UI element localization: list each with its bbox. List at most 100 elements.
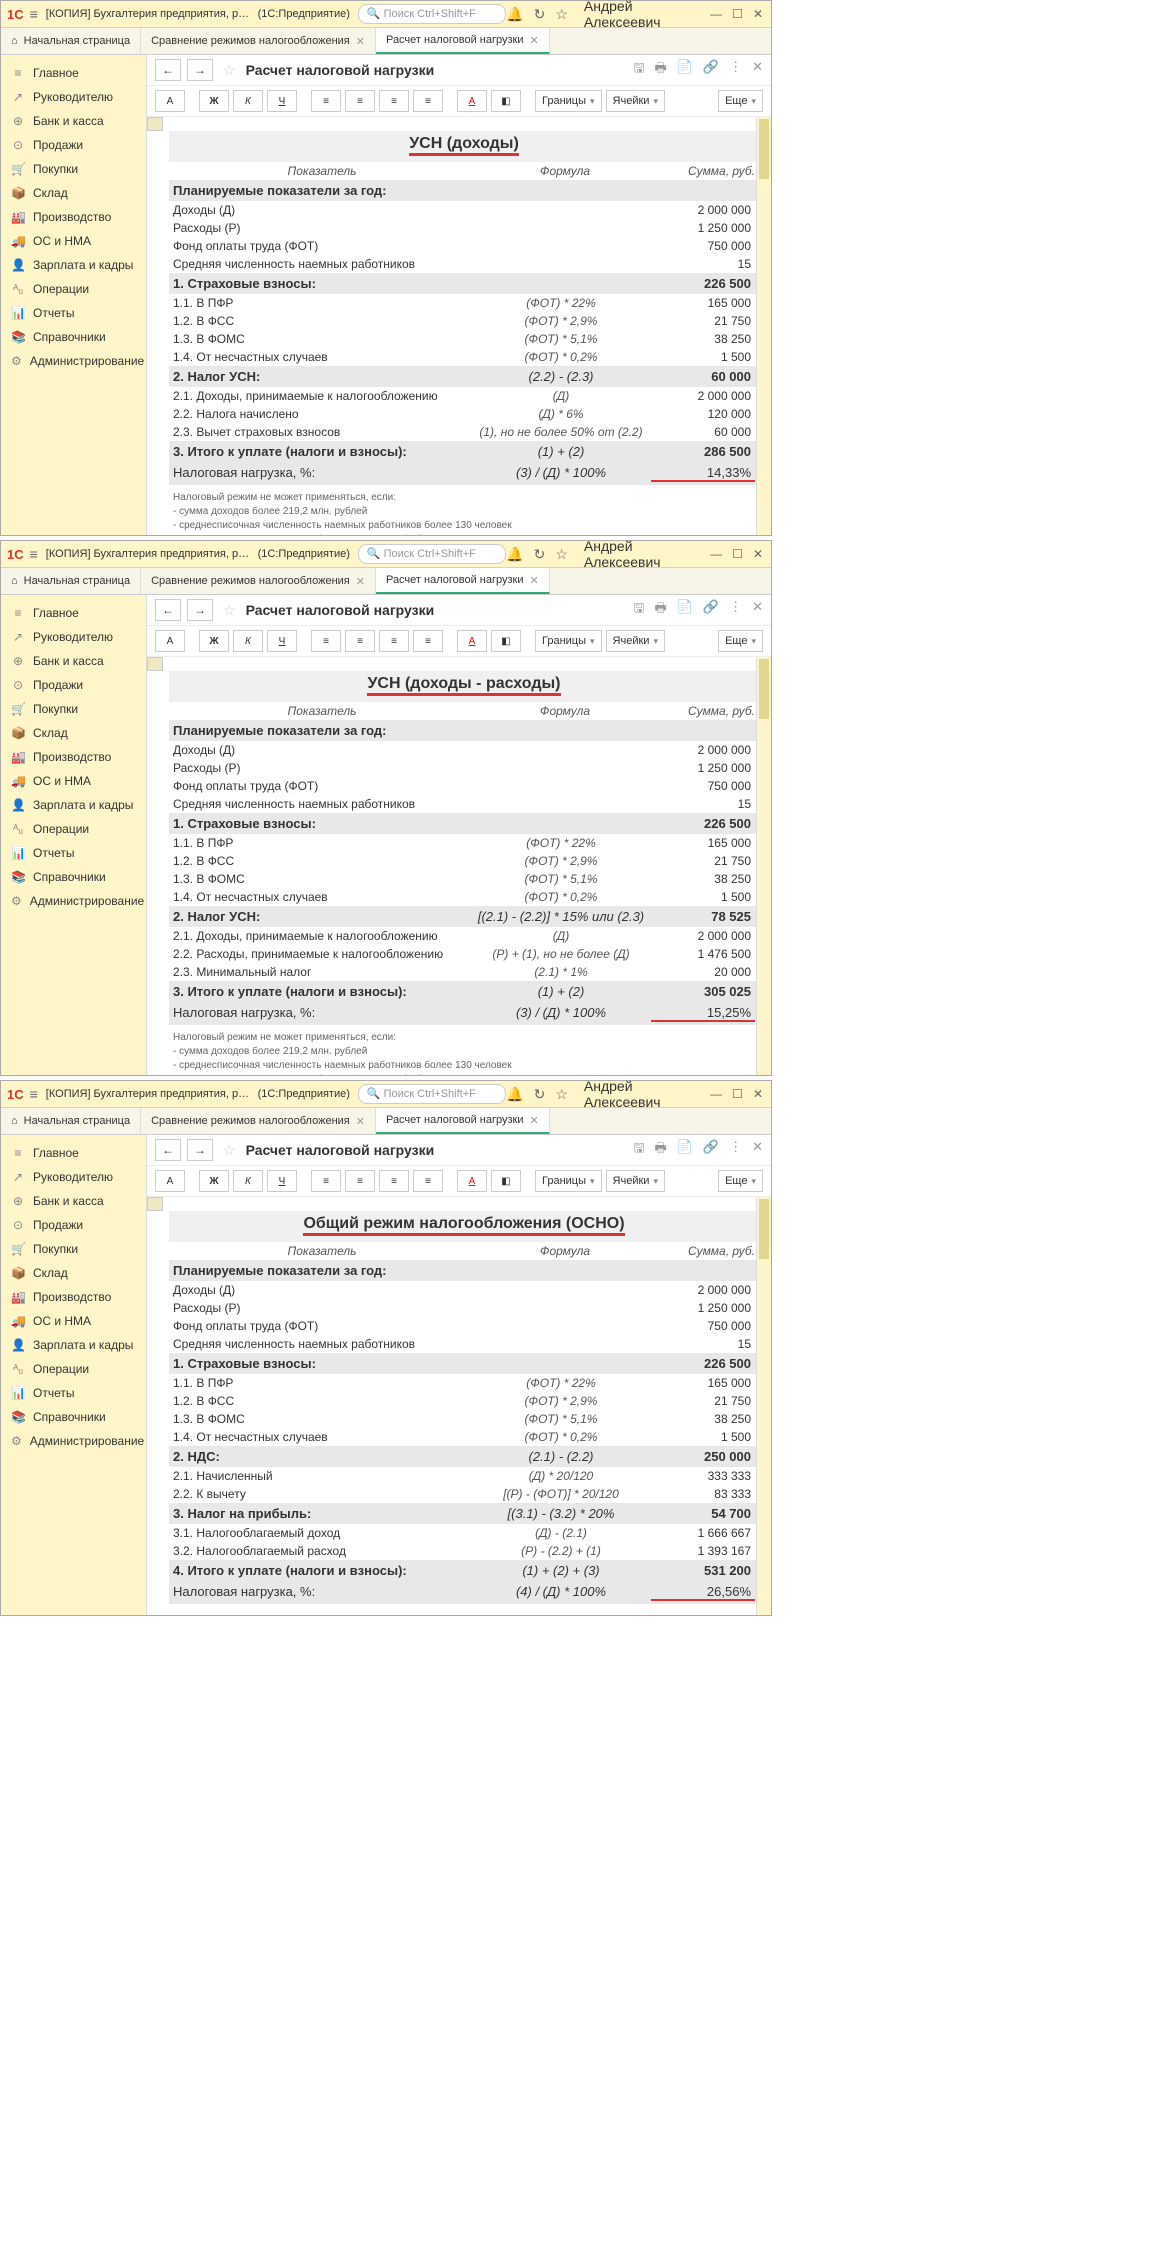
close-icon[interactable]: ✕: [356, 1115, 365, 1128]
bell-icon[interactable]: 🔔: [506, 1086, 523, 1103]
sheet[interactable]: Общий режим налогообложения (ОСНО) Показ…: [147, 1197, 771, 1615]
tab-home[interactable]: ⌂Начальная страница: [1, 28, 141, 54]
sidebar-item[interactable]: ᴬᵤОперации: [1, 817, 146, 841]
align-center-button[interactable]: ≡: [345, 1170, 375, 1192]
report-icon[interactable]: 📄: [677, 599, 693, 621]
sidebar-item[interactable]: 🏭Производство: [1, 205, 146, 229]
user-name[interactable]: Андрей Алексеевич: [584, 0, 692, 30]
sheet-corner[interactable]: [147, 117, 163, 131]
text-color-button[interactable]: A: [457, 630, 487, 652]
sidebar-item[interactable]: ⊕Банк и касса: [1, 109, 146, 133]
italic-button[interactable]: К: [233, 630, 263, 652]
history-icon[interactable]: ↻: [534, 546, 546, 563]
align-justify-button[interactable]: ≡: [413, 90, 443, 112]
save-icon[interactable]: 🖫: [633, 59, 644, 81]
minimize-button[interactable]: —: [708, 5, 724, 23]
more-dropdown[interactable]: Еще: [718, 90, 763, 112]
borders-dropdown[interactable]: Границы: [535, 630, 602, 652]
user-name[interactable]: Андрей Алексеевич: [584, 538, 692, 570]
report-icon[interactable]: 📄: [677, 1139, 693, 1161]
sidebar-item[interactable]: 📦Склад: [1, 721, 146, 745]
favorite-icon[interactable]: ☆: [223, 62, 236, 79]
sheet-corner[interactable]: [147, 1197, 163, 1211]
sidebar-item[interactable]: 👤Зарплата и кадры: [1, 793, 146, 817]
tab-calc[interactable]: Расчет налоговой нагрузки✕: [376, 1108, 550, 1134]
italic-button[interactable]: К: [233, 90, 263, 112]
sidebar-item[interactable]: ⊕Банк и касса: [1, 649, 146, 673]
search-input[interactable]: 🔍 Поиск Ctrl+Shift+F: [358, 4, 506, 24]
borders-dropdown[interactable]: Границы: [535, 1170, 602, 1192]
underline-button[interactable]: Ч: [267, 1170, 297, 1192]
align-left-button[interactable]: ≡: [311, 630, 341, 652]
align-right-button[interactable]: ≡: [379, 90, 409, 112]
align-right-button[interactable]: ≡: [379, 630, 409, 652]
sidebar-item[interactable]: ⚙Администрирование: [1, 349, 146, 373]
print-icon[interactable]: 🖶: [654, 599, 666, 621]
close-button[interactable]: ✕: [751, 5, 765, 23]
scrollbar[interactable]: [756, 117, 771, 535]
search-input[interactable]: 🔍 Поиск Ctrl+Shift+F: [358, 544, 506, 564]
maximize-button[interactable]: ☐: [730, 1085, 745, 1103]
sidebar-item[interactable]: 🚚ОС и НМА: [1, 769, 146, 793]
close-icon[interactable]: ✕: [752, 599, 763, 621]
sidebar-item[interactable]: 🏭Производство: [1, 1285, 146, 1309]
close-icon[interactable]: ✕: [356, 575, 365, 588]
align-left-button[interactable]: ≡: [311, 90, 341, 112]
tab-calc[interactable]: Расчет налоговой нагрузки✕: [376, 28, 550, 54]
favorite-icon[interactable]: ☆: [223, 1142, 236, 1159]
sheet-corner[interactable]: [147, 657, 163, 671]
back-button[interactable]: ←: [155, 59, 181, 81]
font-button[interactable]: A: [155, 90, 185, 112]
tab-calc[interactable]: Расчет налоговой нагрузки✕: [376, 568, 550, 594]
report-icon[interactable]: 📄: [677, 59, 693, 81]
align-center-button[interactable]: ≡: [345, 90, 375, 112]
cells-dropdown[interactable]: Ячейки: [606, 90, 665, 112]
star-icon[interactable]: ☆: [555, 546, 568, 563]
minimize-button[interactable]: —: [708, 1085, 724, 1103]
close-icon[interactable]: ✕: [752, 59, 763, 81]
sidebar-item[interactable]: ⊕Банк и касса: [1, 1189, 146, 1213]
align-right-button[interactable]: ≡: [379, 1170, 409, 1192]
sidebar-item[interactable]: ⊙Продажи: [1, 1213, 146, 1237]
link-icon[interactable]: 🔗: [703, 1139, 719, 1161]
sidebar-item[interactable]: ↗Руководителю: [1, 625, 146, 649]
print-icon[interactable]: 🖶: [654, 1139, 666, 1161]
forward-button[interactable]: →: [187, 1139, 213, 1161]
sidebar-item[interactable]: 📦Склад: [1, 1261, 146, 1285]
save-icon[interactable]: 🖫: [633, 1139, 644, 1161]
back-button[interactable]: ←: [155, 1139, 181, 1161]
tab-compare[interactable]: Сравнение режимов налогообложения✕: [141, 568, 376, 594]
link-icon[interactable]: 🔗: [703, 59, 719, 81]
scrollbar[interactable]: [756, 657, 771, 1075]
save-icon[interactable]: 🖫: [633, 599, 644, 621]
bg-color-button[interactable]: ◧: [491, 90, 521, 112]
tab-home[interactable]: ⌂Начальная страница: [1, 568, 141, 594]
sheet[interactable]: УСН (доходы - расходы) ПоказательФормула…: [147, 657, 771, 1075]
align-justify-button[interactable]: ≡: [413, 1170, 443, 1192]
close-icon[interactable]: ✕: [752, 1139, 763, 1161]
sidebar-item[interactable]: 👤Зарплата и кадры: [1, 1333, 146, 1357]
history-icon[interactable]: ↻: [534, 1086, 546, 1103]
menu-icon[interactable]: ≡: [30, 1086, 38, 1102]
menu-icon[interactable]: ≡: [30, 546, 38, 562]
bold-button[interactable]: Ж: [199, 1170, 229, 1192]
more-icon[interactable]: ⋮: [729, 1139, 742, 1161]
sidebar-item[interactable]: 🛒Покупки: [1, 1237, 146, 1261]
close-icon[interactable]: ✕: [530, 1114, 539, 1127]
align-justify-button[interactable]: ≡: [413, 630, 443, 652]
sidebar-item[interactable]: ᴬᵤОперации: [1, 1357, 146, 1381]
forward-button[interactable]: →: [187, 59, 213, 81]
menu-icon[interactable]: ≡: [30, 6, 38, 22]
sidebar-item[interactable]: ⊙Продажи: [1, 673, 146, 697]
sidebar-item[interactable]: 🚚ОС и НМА: [1, 1309, 146, 1333]
font-button[interactable]: A: [155, 630, 185, 652]
tab-compare[interactable]: Сравнение режимов налогообложения✕: [141, 1108, 376, 1134]
cells-dropdown[interactable]: Ячейки: [606, 1170, 665, 1192]
sidebar-item[interactable]: ⊙Продажи: [1, 133, 146, 157]
bell-icon[interactable]: 🔔: [506, 6, 523, 23]
close-button[interactable]: ✕: [751, 545, 765, 563]
sidebar-item[interactable]: ≡Главное: [1, 1141, 146, 1165]
star-icon[interactable]: ☆: [555, 1086, 568, 1103]
maximize-button[interactable]: ☐: [730, 545, 745, 563]
close-icon[interactable]: ✕: [530, 34, 539, 47]
